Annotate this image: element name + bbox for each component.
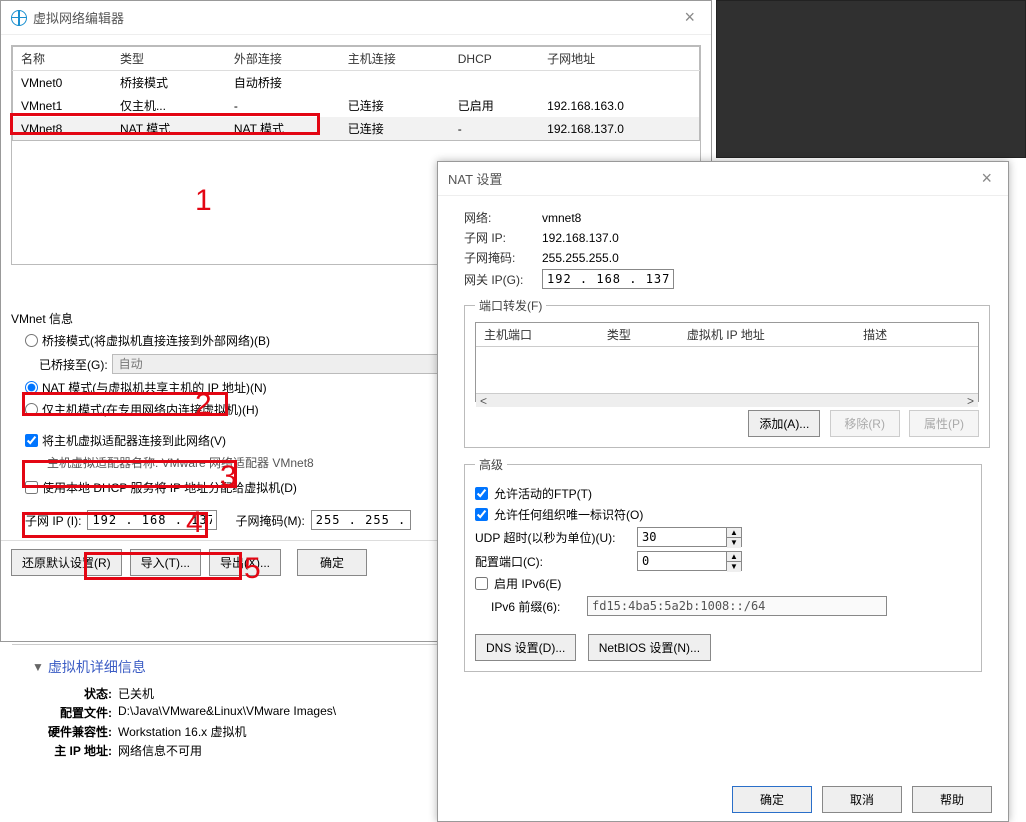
nat-cancel-button[interactable]: 取消 — [822, 786, 902, 813]
checkbox-oui-label: 允许任何组织唯一标识符(O) — [494, 506, 643, 523]
nat-ok-button[interactable]: 确定 — [732, 786, 812, 813]
port-forwarding-legend: 端口转发(F) — [475, 297, 546, 314]
background-dark-strip — [716, 0, 1026, 158]
nat-titlebar: NAT 设置 × — [438, 162, 1008, 196]
checkbox-ipv6[interactable] — [475, 577, 488, 590]
state-label: 状态: — [32, 685, 112, 702]
globe-icon — [11, 10, 27, 26]
radio-bridge-label: 桥接模式(将虚拟机直接连接到外部网络)(B) — [42, 332, 270, 349]
advanced-legend: 高级 — [475, 456, 507, 473]
radio-bridge[interactable] — [25, 334, 38, 347]
port-forward-table: 主机端口 类型 虚拟机 IP 地址 描述 <> — [475, 322, 979, 402]
radio-nat[interactable] — [25, 381, 38, 394]
export-button[interactable]: 导出(X)... — [209, 549, 281, 576]
udp-spinner[interactable]: ▲▼ — [727, 527, 742, 547]
subnet-mask-label: 子网掩码: — [464, 249, 534, 266]
col-host[interactable]: 主机连接 — [340, 47, 450, 71]
col-host-port[interactable]: 主机端口 — [476, 323, 599, 346]
nat-help-button[interactable]: 帮助 — [912, 786, 992, 813]
dns-settings-button[interactable]: DNS 设置(D)... — [475, 634, 576, 661]
col-ext[interactable]: 外部连接 — [226, 47, 340, 71]
disclosure-triangle-icon: ▼ — [32, 660, 44, 674]
ok-button[interactable]: 确定 — [297, 549, 367, 576]
nat-settings-window: NAT 设置 × 网络: vmnet8 子网 IP: 192.168.137.0 子… — [437, 161, 1009, 822]
advanced-group: 高级 允许活动的FTP(T) 允许任何组织唯一标识符(O) UDP 超时(以秒为… — [464, 456, 982, 672]
gateway-label: 网关 IP(G): — [464, 271, 534, 288]
state-value: 已关机 — [118, 685, 154, 702]
hw-compat-value: Workstation 16.x 虚拟机 — [118, 723, 247, 740]
checkbox-ipv6-label: 启用 IPv6(E) — [494, 575, 561, 592]
table-row[interactable]: VMnet8NAT 模式NAT 模式已连接-192.168.137.0 — [13, 117, 700, 141]
checkbox-dhcp-label: 使用本地 DHCP 服务将 IP 地址分配给虚拟机(D) — [42, 479, 297, 496]
vnet-titlebar: 虚拟网络编辑器 × — [1, 1, 711, 35]
close-icon[interactable]: × — [975, 168, 998, 189]
udp-timeout-label: UDP 超时(以秒为单位)(U): — [475, 529, 631, 546]
nat-title: NAT 设置 — [448, 169, 502, 188]
restore-defaults-button[interactable]: 还原默认设置(R) — [11, 549, 122, 576]
ipv6-prefix-input — [587, 596, 887, 616]
radio-host-label: 仅主机模式(在专用网络内连接虚拟机)(H) — [42, 401, 259, 418]
col-subnet[interactable]: 子网地址 — [539, 47, 699, 71]
remove-port-button: 移除(R) — [830, 410, 900, 437]
details-header[interactable]: ▼ 虚拟机详细信息 — [32, 657, 422, 677]
netbios-settings-button[interactable]: NetBIOS 设置(N)... — [588, 634, 711, 661]
radio-nat-label: NAT 模式(与虚拟机共享主机的 IP 地址)(N) — [42, 379, 267, 396]
subnet-mask-value: 255.255.255.0 — [542, 251, 619, 265]
table-row[interactable]: VMnet0桥接模式自动桥接 — [13, 71, 700, 95]
config-file-label: 配置文件: — [32, 704, 112, 721]
subnet-mask-input[interactable] — [311, 510, 411, 530]
port-properties-button: 属性(P) — [909, 410, 979, 437]
ipv6-prefix-label: IPv6 前缀(6): — [491, 598, 581, 615]
hw-compat-label: 硬件兼容性: — [32, 723, 112, 740]
subnet-ip-label: 子网 IP (I): — [25, 512, 81, 529]
gateway-ip-input[interactable] — [542, 269, 674, 289]
config-port-input[interactable] — [637, 551, 727, 571]
col-desc[interactable]: 描述 — [855, 323, 978, 346]
checkbox-ftp-label: 允许活动的FTP(T) — [494, 485, 592, 502]
checkbox-ftp[interactable] — [475, 487, 488, 500]
vnet-title: 虚拟网络编辑器 — [33, 8, 124, 27]
config-port-label: 配置端口(C): — [475, 553, 631, 570]
checkbox-dhcp[interactable] — [25, 481, 38, 494]
table-row[interactable]: VMnet1仅主机...-已连接已启用192.168.163.0 — [13, 94, 700, 117]
config-port-spinner[interactable]: ▲▼ — [727, 551, 742, 571]
checkbox-connect-host[interactable] — [25, 434, 38, 447]
close-icon[interactable]: × — [678, 7, 701, 28]
primary-ip-value: 网络信息不可用 — [118, 742, 202, 759]
bridge-to-label: 已桥接至(G): — [39, 356, 108, 373]
net-label: 网络: — [464, 209, 534, 226]
col-vm-ip[interactable]: 虚拟机 IP 地址 — [679, 323, 855, 346]
col-type[interactable]: 类型 — [112, 47, 226, 71]
import-button[interactable]: 导入(T)... — [130, 549, 201, 576]
col-dhcp[interactable]: DHCP — [450, 47, 539, 71]
radio-host-only[interactable] — [25, 403, 38, 416]
col-type[interactable]: 类型 — [599, 323, 679, 346]
add-port-button[interactable]: 添加(A)... — [748, 410, 820, 437]
udp-timeout-input[interactable] — [637, 527, 727, 547]
subnet-ip-value: 192.168.137.0 — [542, 231, 619, 245]
horizontal-scrollbar[interactable]: <> — [476, 393, 978, 407]
config-file-value: D:\Java\VMware&Linux\VMware Images\ — [118, 704, 336, 721]
col-name[interactable]: 名称 — [13, 47, 112, 71]
net-value: vmnet8 — [542, 211, 581, 225]
subnet-ip-label: 子网 IP: — [464, 229, 534, 246]
checkbox-oui[interactable] — [475, 508, 488, 521]
primary-ip-label: 主 IP 地址: — [32, 742, 112, 759]
subnet-ip-input[interactable] — [87, 510, 217, 530]
vm-details-panel: ▼ 虚拟机详细信息 状态: 已关机 配置文件: D:\Java\VMware&Lin… — [12, 644, 442, 804]
checkbox-connect-host-label: 将主机虚拟适配器连接到此网络(V) — [42, 432, 226, 449]
subnet-mask-label: 子网掩码(M): — [235, 512, 304, 529]
port-forwarding-group: 端口转发(F) 主机端口 类型 虚拟机 IP 地址 描述 <> 添加(A)...… — [464, 297, 990, 448]
